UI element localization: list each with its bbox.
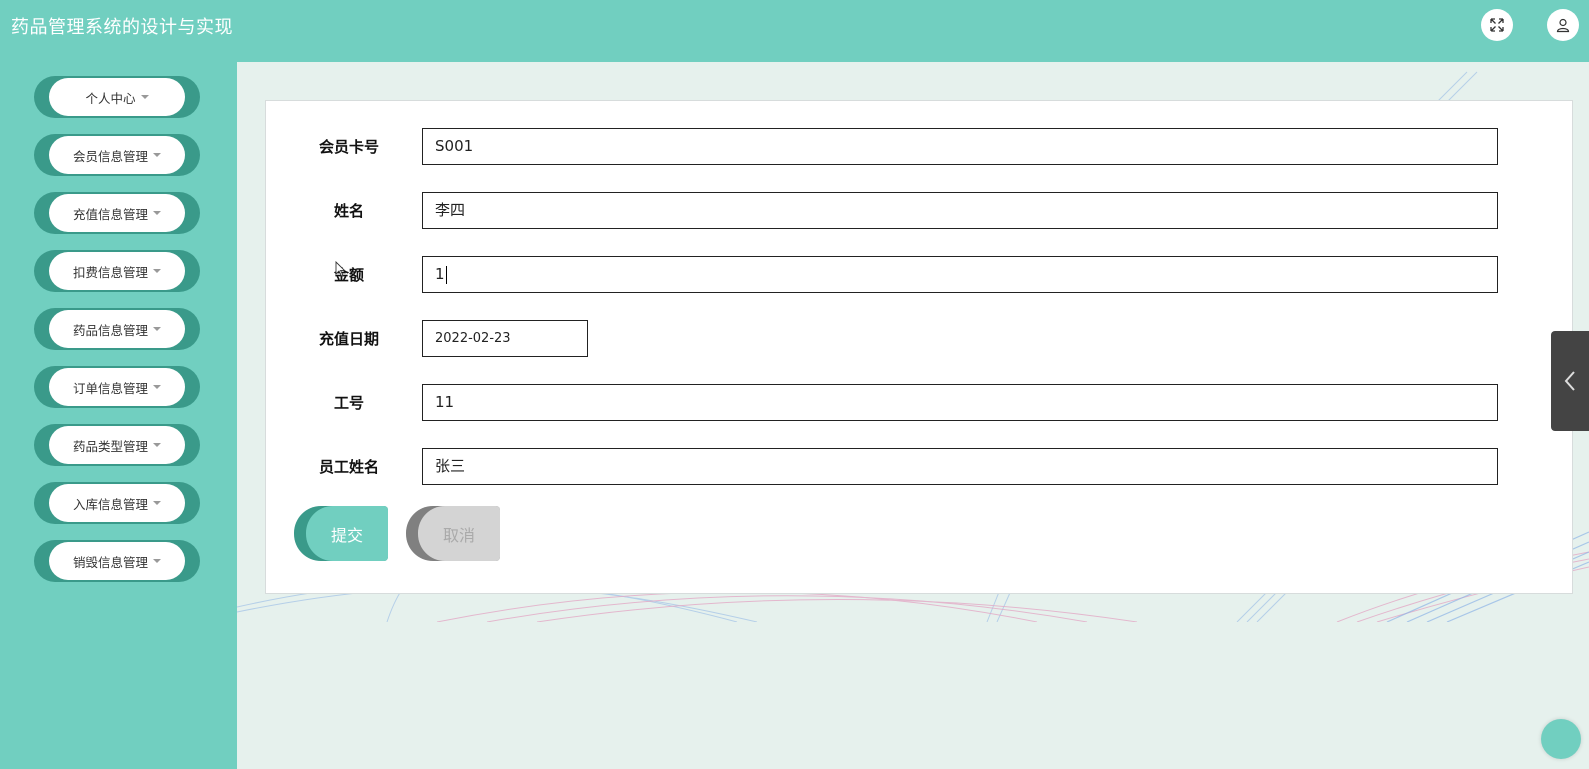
sidebar-item-label: 会员信息管理: [72, 148, 148, 164]
sidebar-item-order-info[interactable]: 订单信息管理: [34, 366, 200, 408]
employee-name-input[interactable]: 张三: [422, 448, 1498, 485]
name-label: 姓名: [333, 202, 364, 220]
submit-button[interactable]: 提交: [294, 506, 388, 561]
sidebar-item-deduction-info[interactable]: 扣费信息管理: [34, 250, 200, 292]
top-bar: 药品管理系统的设计与实现: [0, 0, 1589, 62]
form-row: 会员卡号 S001: [266, 128, 1572, 166]
amount-value: 1: [435, 265, 445, 283]
user-button[interactable]: [1547, 9, 1579, 41]
app-title: 药品管理系统的设计与实现: [11, 17, 233, 38]
sidebar-item-personal-center[interactable]: 个人中心: [34, 76, 200, 118]
chevron-left-icon: [1564, 371, 1575, 391]
chevron-down-icon: [153, 269, 161, 273]
mouse-pointer-icon: [335, 261, 346, 277]
chevron-down-icon: [153, 327, 161, 331]
member-card-label: 会员卡号: [318, 138, 379, 156]
side-panel-toggle[interactable]: [1551, 331, 1589, 431]
amount-input[interactable]: 1: [422, 256, 1498, 293]
sidebar-item-member-info[interactable]: 会员信息管理: [34, 134, 200, 176]
employee-name-label: 员工姓名: [318, 458, 379, 476]
chevron-down-icon: [153, 501, 161, 505]
recharge-form-card: 会员卡号 S001 姓名 李四 金额 1 充值日期 2022-02-23 工号 …: [265, 100, 1573, 594]
sidebar-item-stock-in[interactable]: 入库信息管理: [34, 482, 200, 524]
chevron-down-icon: [153, 559, 161, 563]
chevron-down-icon: [153, 385, 161, 389]
sidebar: 个人中心 会员信息管理 充值信息管理 扣费信息管理 药品信息管理 订单信息管理 …: [0, 62, 237, 769]
floating-action-button[interactable]: [1541, 719, 1581, 759]
fullscreen-button[interactable]: [1481, 9, 1513, 41]
sidebar-item-recharge-info[interactable]: 充值信息管理: [34, 192, 200, 234]
submit-button-label: 提交: [330, 525, 363, 545]
chevron-down-icon: [153, 153, 161, 157]
sidebar-item-drug-info[interactable]: 药品信息管理: [34, 308, 200, 350]
sidebar-item-label: 扣费信息管理: [72, 264, 148, 280]
form-row: 员工姓名 张三: [266, 448, 1572, 486]
sidebar-item-label: 充值信息管理: [72, 206, 148, 222]
form-row: 姓名 李四: [266, 192, 1572, 230]
sidebar-item-drug-type[interactable]: 药品类型管理: [34, 424, 200, 466]
recharge-date-picker[interactable]: 2022-02-23: [422, 320, 588, 357]
chevron-down-icon: [153, 211, 161, 215]
cancel-button-label: 取消: [442, 525, 475, 545]
sidebar-item-label: 订单信息管理: [72, 380, 148, 396]
member-card-input[interactable]: S001: [422, 128, 1498, 165]
chevron-down-icon: [140, 95, 149, 99]
sidebar-item-label: 入库信息管理: [72, 496, 148, 512]
employee-id-input[interactable]: 11: [422, 384, 1498, 421]
recharge-date-label: 充值日期: [318, 330, 379, 348]
form-row: 充值日期 2022-02-23: [266, 320, 1572, 358]
amount-label: 金额: [333, 266, 364, 284]
sidebar-item-label: 个人中心: [85, 90, 136, 106]
user-icon: [1556, 18, 1570, 33]
text-cursor: [445, 265, 447, 284]
form-row: 金额 1: [266, 256, 1572, 294]
name-input[interactable]: 李四: [422, 192, 1498, 229]
form-row: 工号 11: [266, 384, 1572, 422]
fullscreen-icon: [1490, 18, 1504, 32]
sidebar-item-label: 销毁信息管理: [72, 554, 148, 570]
sidebar-item-destroy-info[interactable]: 销毁信息管理: [34, 540, 200, 582]
sidebar-item-label: 药品信息管理: [72, 322, 148, 338]
chevron-down-icon: [153, 443, 161, 447]
employee-id-label: 工号: [333, 394, 364, 412]
cancel-button[interactable]: 取消: [406, 506, 500, 561]
sidebar-item-label: 药品类型管理: [72, 438, 148, 454]
